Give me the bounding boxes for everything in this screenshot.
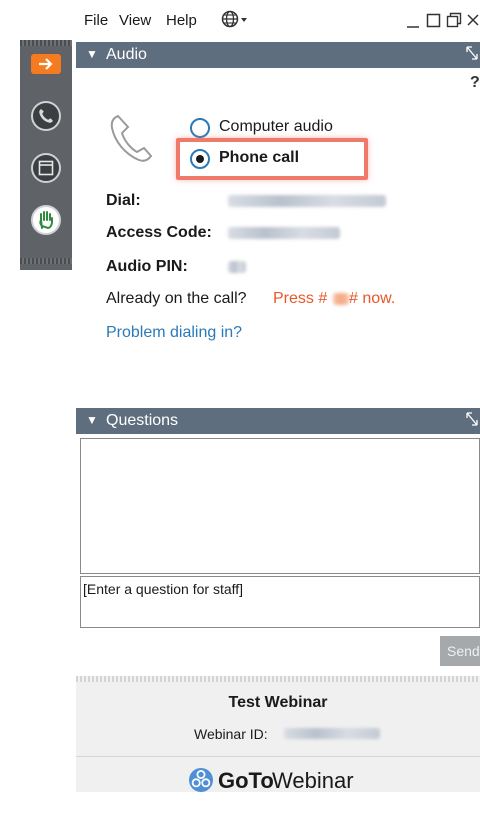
toolbar-arrow-button[interactable] [20,52,72,76]
dial-label: Dial: [106,192,141,209]
expand-panel-icon[interactable] [466,412,478,429]
phone-icon [31,101,61,131]
phone-call-radio[interactable] [190,149,210,169]
globe-icon [221,10,247,28]
brand-goto-text: GoTo [218,768,274,793]
footer-rule [76,756,480,757]
audio-panel-header[interactable]: ▼ Audio [76,42,480,68]
questions-panel-header[interactable]: ▼ Questions [76,408,480,434]
webinar-title: Test Webinar [228,694,328,711]
access-code-label: Access Code: [106,224,212,241]
audio-pin-redacted [228,261,246,273]
question-input-text: [Enter a question for staff] [83,581,244,597]
maximize-icon[interactable] [426,12,442,35]
toolbar-raise-hand-button[interactable] [20,200,72,240]
questions-log [80,438,480,574]
menu-file[interactable]: File [84,12,108,29]
expand-panel-icon[interactable] [466,46,478,63]
audio-panel-title: Audio [106,46,147,63]
menu-help[interactable]: Help [166,12,197,29]
language-menu-button[interactable] [221,10,249,32]
arrow-right-icon [31,54,61,74]
phone-call-label[interactable]: Phone call [219,149,299,167]
toolbar-grip-bottom [20,258,72,264]
toolbar-window-button[interactable] [20,148,72,188]
menu-view[interactable]: View [119,12,151,29]
brand-webinar-text: Webinar [272,768,354,793]
toolbar-audio-button[interactable] [20,96,72,136]
menu-bar: File View Help [76,0,480,40]
toolbar-grip-top [20,40,72,46]
computer-audio-radio[interactable] [190,118,210,138]
press-code-redacted [333,293,349,305]
phone-illustration-icon [108,112,154,169]
help-icon[interactable]: ? [470,74,480,92]
restore-icon[interactable] [446,12,462,35]
computer-audio-label[interactable]: Computer audio [219,118,333,136]
side-toolbar [20,40,72,270]
questions-panel-title: Questions [106,412,179,429]
window-icon [31,153,61,183]
press-suffix-text: # now. [349,290,396,307]
access-code-redacted [228,227,340,239]
collapse-triangle-icon[interactable]: ▼ [86,413,98,427]
already-on-call-text: Already on the call? [106,290,247,307]
webinar-id-label: Webinar ID: [194,726,268,742]
webinar-id-redacted [284,728,380,739]
send-button[interactable]: Send [440,636,480,666]
close-icon[interactable] [466,12,480,35]
minimize-icon[interactable] [406,12,420,35]
collapse-triangle-icon[interactable]: ▼ [86,47,98,61]
press-prefix-text: Press # [273,290,328,307]
problem-dialing-link[interactable]: Problem dialing in? [106,324,242,342]
gotowebinar-logo-icon [188,767,214,798]
question-input[interactable]: [Enter a question for staff] [80,576,480,628]
audio-pin-label: Audio PIN: [106,258,188,275]
raise-hand-icon [31,205,61,235]
dial-number-redacted [228,195,386,207]
